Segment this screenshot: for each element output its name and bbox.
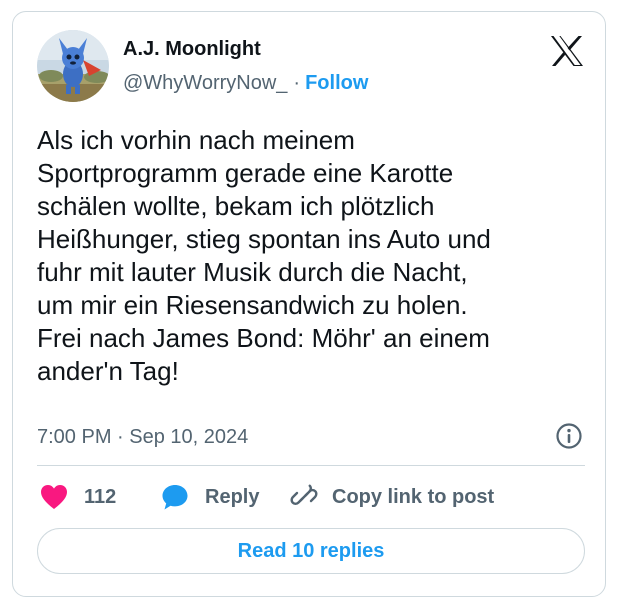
divider	[37, 465, 585, 466]
tweet-card: A.J. Moonlight @WhyWorryNow_ · Follow Als …	[12, 11, 606, 597]
tweet-timestamp[interactable]: 7:00 PM · Sep 10, 2024	[37, 426, 248, 449]
like-button[interactable]: 112	[40, 482, 116, 512]
follow-button[interactable]: Follow	[305, 72, 368, 94]
author-handle[interactable]: @WhyWorryNow_	[123, 72, 287, 94]
info-icon[interactable]	[555, 422, 583, 450]
reply-label: Reply	[205, 485, 260, 508]
avatar-image	[37, 30, 109, 102]
speech-bubble-icon	[161, 483, 189, 511]
link-icon	[290, 483, 318, 511]
like-count: 112	[84, 485, 117, 508]
read-replies-button[interactable]: Read 10 replies	[37, 528, 585, 574]
avatar[interactable]	[37, 30, 109, 102]
handle-row: @WhyWorryNow_ · Follow	[123, 72, 368, 95]
copy-link-label: Copy link to post	[332, 485, 495, 508]
heart-icon	[40, 484, 68, 510]
tweet-text: Als ich vorhin nach meinem Sportprogramm…	[37, 125, 491, 386]
copy-link-button[interactable]: Copy link to post	[290, 482, 494, 512]
x-logo-icon[interactable]	[550, 35, 584, 67]
author-name[interactable]: A.J. Moonlight	[123, 38, 261, 61]
reply-button[interactable]: Reply	[161, 482, 259, 512]
separator-dot: ·	[293, 72, 301, 94]
